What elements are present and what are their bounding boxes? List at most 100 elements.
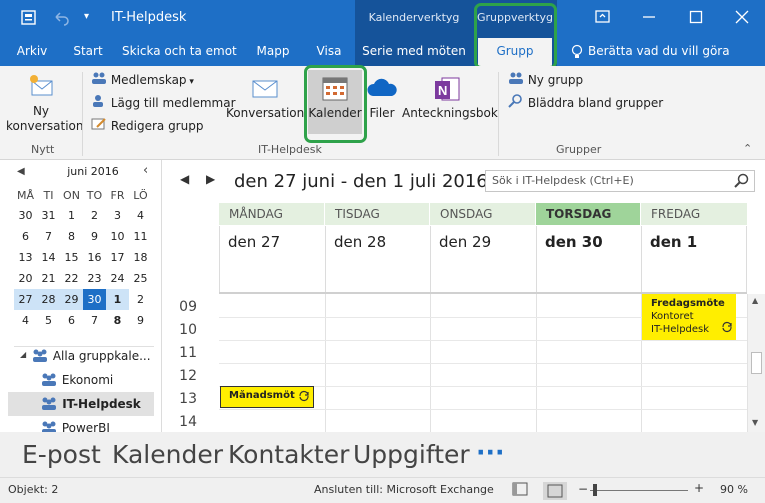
day-header-tuesday[interactable]: TISDAG	[325, 203, 429, 225]
tab-folder[interactable]: Mapp	[248, 38, 298, 66]
minical-day[interactable]: 1	[106, 289, 129, 310]
day-date-28[interactable]: den 28	[325, 226, 430, 292]
minical-day[interactable]: 9	[129, 310, 152, 331]
minical-day[interactable]: 27	[14, 289, 37, 310]
minical-day[interactable]: 15	[60, 247, 83, 268]
minical-day[interactable]: 9	[83, 226, 106, 247]
minical-day[interactable]: 2	[83, 205, 106, 226]
minical-day[interactable]: 4	[129, 205, 152, 226]
minical-day[interactable]: 16	[83, 247, 106, 268]
minical-day[interactable]: 6	[60, 310, 83, 331]
conversations-button[interactable]: Konversationer	[226, 76, 304, 121]
collapse-ribbon-icon[interactable]: ⌃	[743, 142, 752, 155]
minical-day[interactable]: 10	[106, 226, 129, 247]
qat-dropdown-icon[interactable]: ▾	[84, 11, 89, 22]
minical-day[interactable]: 18	[129, 247, 152, 268]
nav-contacts[interactable]: Kontakter	[228, 440, 349, 469]
tell-me-search[interactable]: Berätta vad du vill göra	[588, 44, 730, 58]
minical-day[interactable]: 3	[106, 205, 129, 226]
minical-day[interactable]: 7	[83, 310, 106, 331]
minical-day[interactable]: 23	[83, 268, 106, 289]
minical-day[interactable]: 14	[37, 247, 60, 268]
day-date-29[interactable]: den 29	[430, 226, 536, 292]
folder-it-helpdesk[interactable]: IT-Helpdesk	[40, 396, 141, 413]
membership-button[interactable]: Medlemskap ▾	[91, 70, 194, 90]
minical-day[interactable]: 2	[129, 289, 152, 310]
next-week-icon[interactable]: ▶	[206, 172, 215, 186]
day-date-30[interactable]: den 30	[536, 226, 641, 292]
event-manadsmote[interactable]: Månadsmöte	[220, 386, 314, 408]
minical-day[interactable]: 7	[37, 226, 60, 247]
minical-day[interactable]: 1	[60, 205, 83, 226]
app-menu-icon[interactable]	[20, 9, 38, 27]
tab-meeting-series[interactable]: Serie med möten	[360, 38, 468, 66]
folder-all-groups[interactable]: Alla gruppkale...	[31, 348, 161, 365]
minical-day-today[interactable]: 30	[83, 289, 106, 310]
minical-day[interactable]: 13	[14, 247, 37, 268]
browse-groups-button[interactable]: Bläddra bland grupper	[508, 93, 663, 113]
scroll-thumb[interactable]	[751, 352, 762, 374]
minical-day[interactable]: 24	[106, 268, 129, 289]
prev-month-icon[interactable]: ◀	[17, 166, 25, 177]
nav-mail[interactable]: E-post	[22, 440, 101, 469]
add-members-button[interactable]: Lägg till medlemmar	[91, 93, 236, 113]
search-input[interactable]: Sök i IT-Helpdesk (Ctrl+E)	[485, 170, 755, 192]
minical-day[interactable]: 4	[14, 310, 37, 331]
minical-day[interactable]: 5	[37, 310, 60, 331]
tab-view[interactable]: Visa	[308, 38, 350, 66]
day-header-wednesday[interactable]: ONSDAG	[430, 203, 535, 225]
minical-day[interactable]: 22	[60, 268, 83, 289]
day-header-friday[interactable]: FREDAG	[641, 203, 747, 225]
hour-label: 10	[179, 322, 197, 338]
normal-view-icon[interactable]	[512, 482, 528, 499]
new-group-button[interactable]: Ny grupp	[508, 70, 583, 90]
day-header-monday[interactable]: MÅNDAG	[219, 203, 324, 225]
zoom-slider[interactable]	[590, 490, 688, 491]
expand-arrow-icon[interactable]: ◢	[20, 350, 26, 359]
nav-calendar[interactable]: Kalender	[112, 440, 223, 469]
minical-day[interactable]: 28	[37, 289, 60, 310]
edit-group-button[interactable]: Redigera grupp	[91, 116, 203, 136]
collapse-pane-icon[interactable]: ‹	[143, 163, 148, 178]
files-button[interactable]: Filer	[364, 76, 400, 121]
minical-day[interactable]: 8	[106, 310, 129, 331]
nav-more[interactable]: ···	[476, 438, 505, 467]
nav-tasks[interactable]: Uppgifter	[353, 440, 470, 469]
scroll-down-icon[interactable]: ▼	[752, 418, 758, 427]
minical-day[interactable]: 6	[14, 226, 37, 247]
tab-arkiv[interactable]: Arkiv	[8, 38, 56, 66]
tab-send-receive[interactable]: Skicka och ta emot	[122, 38, 237, 66]
minical-day[interactable]: 8	[60, 226, 83, 247]
day-date-1[interactable]: den 1	[641, 226, 747, 292]
minical-day[interactable]: 30	[14, 205, 37, 226]
minimize-icon[interactable]	[640, 8, 658, 26]
day-date-27[interactable]: den 27	[219, 226, 325, 292]
reading-view-icon[interactable]	[543, 482, 567, 500]
search-icon[interactable]	[734, 173, 750, 192]
minical-day[interactable]: 31	[37, 205, 60, 226]
new-conversation-button[interactable]: Ny konversation	[6, 72, 83, 134]
minical-day[interactable]: 17	[106, 247, 129, 268]
undo-icon[interactable]	[52, 9, 70, 27]
vertical-scrollbar[interactable]: ▲ ▼	[748, 294, 765, 432]
zoom-in-icon[interactable]: +	[694, 481, 704, 495]
folder-ekonomi[interactable]: Ekonomi	[40, 372, 113, 389]
minical-day[interactable]: 29	[60, 289, 83, 310]
tab-start[interactable]: Start	[64, 38, 112, 66]
scroll-up-icon[interactable]: ▲	[752, 296, 758, 305]
minical-day[interactable]: 21	[37, 268, 60, 289]
close-icon[interactable]	[733, 8, 751, 26]
day-header-thursday[interactable]: TORSDAG	[536, 203, 640, 225]
ribbon-display-icon[interactable]	[594, 8, 612, 26]
notebook-button[interactable]: N Anteckningsbok	[402, 76, 498, 121]
hour-label: 11	[179, 345, 197, 361]
zoom-level[interactable]: 90 %	[720, 483, 748, 496]
minical-day[interactable]: 11	[129, 226, 152, 247]
minical-day[interactable]: 20	[14, 268, 37, 289]
zoom-thumb[interactable]	[593, 484, 597, 496]
event-fredagsmote[interactable]: Fredagsmöte Kontoret IT-Helpdesk	[642, 294, 736, 340]
minical-day[interactable]: 25	[129, 268, 152, 289]
maximize-icon[interactable]	[687, 8, 705, 26]
zoom-out-icon[interactable]: −	[578, 482, 588, 496]
prev-week-icon[interactable]: ◀	[180, 172, 189, 186]
